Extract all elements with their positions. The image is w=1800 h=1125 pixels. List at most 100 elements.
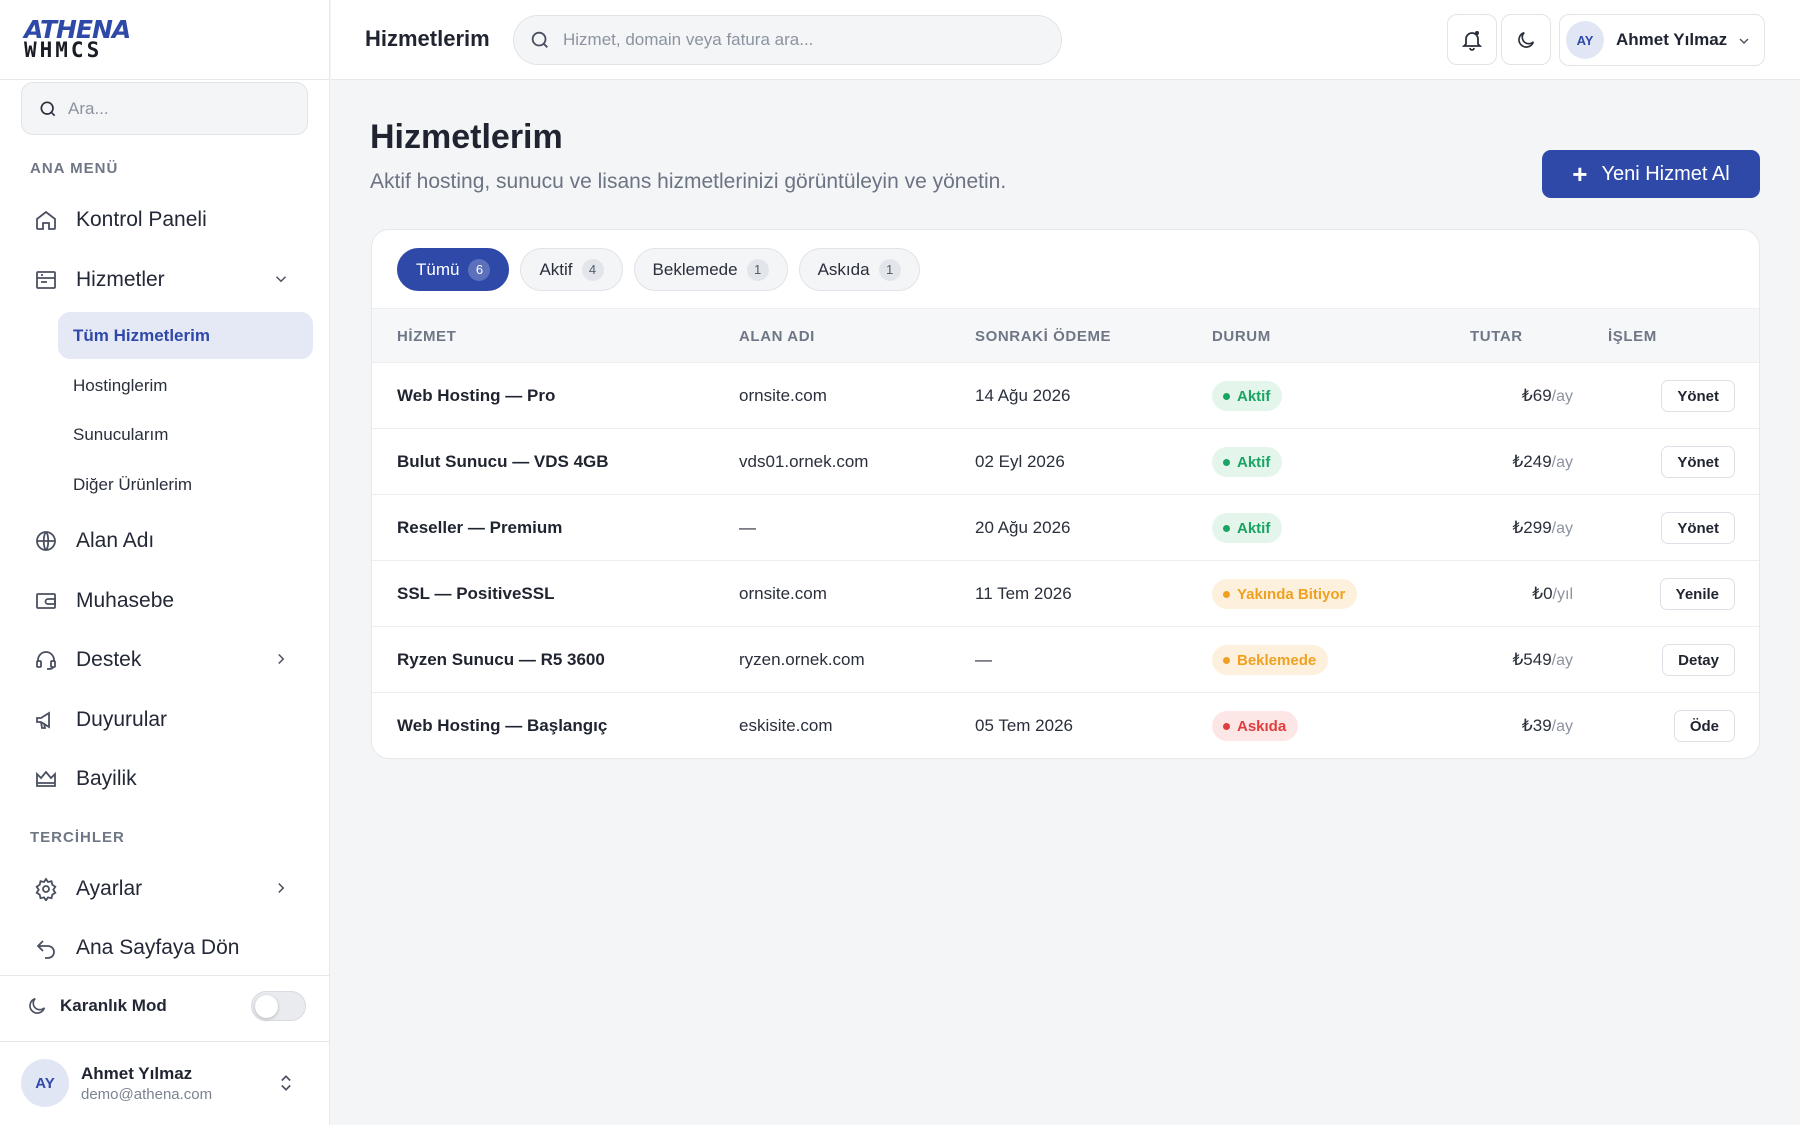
chevron-right-icon [278, 653, 285, 665]
brand-logo[interactable]: ATHENA WHMCS [24, 17, 131, 63]
new-service-label: Yeni Hizmet Al [1601, 162, 1730, 185]
status-badge: Beklemede [1212, 645, 1329, 675]
manage-button[interactable]: Yönet [1661, 380, 1735, 412]
column-header-action: İŞLEM [1608, 328, 1657, 345]
service-name: Web Hosting — Pro [397, 386, 556, 405]
sidebar-item-domains[interactable]: Alan Adı [30, 519, 300, 563]
status-badge: Yakında Bitiyor [1212, 579, 1358, 609]
avatar: AY [21, 1059, 69, 1107]
domain-name: ornsite.com [739, 584, 827, 603]
domain-name: ryzen.ornek.com [739, 650, 865, 669]
sidebar-item-services[interactable]: Hizmetler [30, 258, 300, 302]
sidebar-item-dashboard[interactable]: Kontrol Paneli [30, 198, 300, 242]
chevron-right-icon [278, 882, 285, 894]
page-title: Hizmetlerim [370, 118, 563, 156]
sidebar-item-support[interactable]: Destek [30, 638, 300, 682]
theme-toggle-button[interactable] [1501, 14, 1551, 65]
renew-button[interactable]: Yenile [1659, 578, 1735, 610]
sidebar-subitem-other-products[interactable]: Diğer Ürünlerim [58, 461, 313, 508]
details-button[interactable]: Detay [1662, 644, 1735, 676]
user-menu-button[interactable]: AY Ahmet Yılmaz [1559, 14, 1765, 66]
topbar: Hizmetlerim Hizmet, domain veya fatura a… [331, 0, 1800, 80]
domain-name: — [739, 518, 756, 537]
sidebar-subitem-hostings[interactable]: Hostinglerim [58, 362, 313, 409]
tab-count: 4 [581, 258, 604, 281]
dark-mode-toggle[interactable] [251, 991, 306, 1021]
crown-icon [30, 763, 62, 795]
moon-icon [29, 997, 46, 1014]
tab-label: Askıda [817, 259, 870, 279]
amount-value: ₺299 [1512, 518, 1552, 537]
amount: ₺0/yıl [1532, 584, 1573, 604]
new-service-button[interactable]: + Yeni Hizmet Al [1542, 150, 1760, 198]
status-text: Askıda [1237, 717, 1287, 735]
sidebar-item-billing[interactable]: Muhasebe [30, 579, 300, 623]
filter-tabs: Tümü 6 Aktif 4 Beklemede 1 Askıda 1 [397, 248, 920, 291]
service-name: Reseller — Premium [397, 518, 563, 537]
search-icon [40, 101, 56, 116]
tab-active[interactable]: Aktif 4 [520, 248, 623, 291]
sidebar-divider [0, 1041, 330, 1042]
pay-button[interactable]: Öde [1673, 710, 1735, 742]
services-card: Tümü 6 Aktif 4 Beklemede 1 Askıda 1 HİZMET A… [371, 229, 1760, 759]
amount-period: /ay [1551, 652, 1573, 669]
global-search-input[interactable]: Hizmet, domain veya fatura ara... [513, 15, 1062, 65]
tab-count: 1 [746, 258, 769, 281]
server-list-icon [30, 264, 62, 296]
amount-period: /ay [1551, 520, 1573, 537]
table-row: SSL — PositiveSSL ornsite.com 11 Tem 202… [372, 561, 1759, 627]
sidebar-item-announcements[interactable]: Duyurular [30, 698, 300, 742]
next-payment: 11 Tem 2026 [975, 584, 1072, 603]
dark-mode-label: Karanlık Mod [60, 996, 167, 1015]
user-info: Ahmet Yılmaz demo@athena.com [81, 1064, 212, 1103]
status-text: Aktif [1237, 519, 1271, 537]
sidebar-item-home[interactable]: Ana Sayfaya Dön [30, 926, 300, 970]
home-icon [30, 204, 62, 236]
amount-value: ₺549 [1512, 650, 1552, 669]
sidebar-item-settings[interactable]: Ayarlar [30, 867, 300, 911]
tab-suspended[interactable]: Askıda 1 [798, 248, 920, 291]
service-name: Ryzen Sunucu — R5 3600 [397, 650, 605, 669]
sidebar-search-input[interactable]: Ara... [21, 82, 308, 135]
tab-label: Tümü [416, 259, 460, 279]
tab-all[interactable]: Tümü 6 [397, 248, 510, 291]
avatar: AY [1566, 21, 1604, 59]
sidebar-item-label: Muhasebe [76, 589, 175, 612]
column-header-status: DURUM [1212, 328, 1271, 345]
sidebar-subitem-all-services[interactable]: Tüm Hizmetlerim [58, 312, 313, 359]
next-payment: 14 Ağu 2026 [975, 386, 1071, 405]
amount-value: ₺249 [1512, 452, 1552, 471]
amount: ₺69/ay [1522, 386, 1573, 406]
sidebar-item-label: Kontrol Paneli [76, 208, 207, 231]
service-name: SSL — PositiveSSL [397, 584, 555, 603]
headset-icon [30, 644, 62, 676]
tab-label: Aktif [539, 259, 573, 279]
sidebar-item-label: Hizmetler [76, 268, 165, 291]
manage-button[interactable]: Yönet [1661, 446, 1735, 478]
status-text: Aktif [1237, 453, 1271, 471]
domain-name: vds01.ornek.com [739, 452, 869, 471]
manage-button[interactable]: Yönet [1661, 512, 1735, 544]
column-header-amount: TUTAR [1470, 328, 1523, 345]
table-row: Web Hosting — Pro ornsite.com 14 Ağu 202… [372, 363, 1759, 429]
status-badge: Aktif [1212, 381, 1283, 411]
sidebar-user-menu[interactable]: AY Ahmet Yılmaz demo@athena.com [21, 1059, 306, 1107]
logo-line-2: WHMCS [24, 38, 103, 63]
megaphone-icon [30, 704, 62, 736]
topbar-title: Hizmetlerim [365, 26, 490, 51]
service-name: Bulut Sunucu — VDS 4GB [397, 452, 609, 471]
status-badge: Aktif [1212, 513, 1283, 543]
notifications-button[interactable] [1447, 14, 1497, 65]
amount-period: /ay [1551, 388, 1573, 405]
amount-period: /yıl [1552, 586, 1573, 603]
tab-pending[interactable]: Beklemede 1 [633, 248, 788, 291]
sidebar-item-label: Ana Sayfaya Dön [76, 936, 240, 959]
amount: ₺299/ay [1512, 518, 1573, 538]
sidebar-subitem-servers[interactable]: Sunucularım [58, 411, 313, 458]
column-header-next-payment: SONRAKİ ÖDEME [975, 328, 1112, 345]
global-search-placeholder: Hizmet, domain veya fatura ara... [563, 30, 814, 49]
status-text: Aktif [1237, 387, 1271, 405]
sidebar-item-reseller[interactable]: Bayilik [30, 757, 300, 801]
user-name: Ahmet Yılmaz [81, 1063, 193, 1083]
amount: ₺549/ay [1512, 650, 1573, 670]
